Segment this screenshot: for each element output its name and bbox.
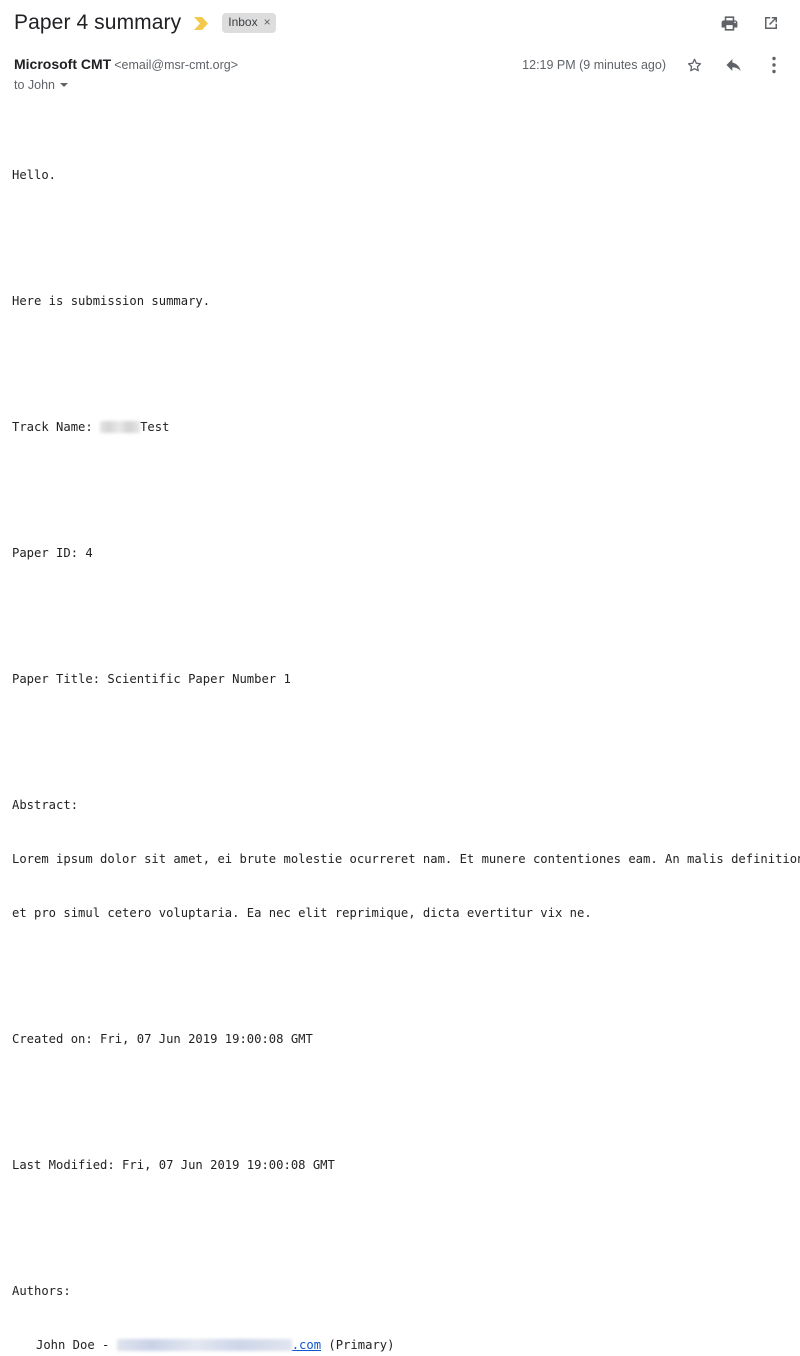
open-in-new-window-icon[interactable] — [761, 13, 781, 33]
star-icon[interactable] — [684, 55, 704, 75]
track-name-suffix: Test — [140, 420, 170, 434]
label-remove-icon[interactable]: × — [264, 14, 271, 31]
redacted-author-email — [116, 1338, 292, 1351]
body-greeting: Hello. — [12, 168, 57, 182]
body-author-row: John Doe - .com (Primary) — [12, 1336, 800, 1354]
track-name-label: Track Name: — [12, 420, 101, 434]
author-email-link[interactable]: .com — [292, 1338, 321, 1352]
reply-icon[interactable] — [724, 55, 744, 75]
sender-name[interactable]: Microsoft CMT — [14, 56, 111, 72]
body-track-name: Track Name: Test — [12, 418, 800, 436]
page-title: Paper 4 summary — [14, 11, 182, 34]
importance-chevron-icon[interactable] — [193, 16, 210, 31]
body-paper-title: Paper Title: Scientific Paper Number 1 — [12, 672, 291, 686]
sender-line: Microsoft CMT <email@msr-cmt.org> — [14, 54, 238, 75]
sender-block: Microsoft CMT <email@msr-cmt.org> to John — [14, 54, 238, 92]
label-chip-inbox[interactable]: Inbox × — [222, 13, 276, 33]
timestamp: 12:19 PM (9 minutes ago) — [522, 58, 666, 72]
message-meta: 12:19 PM (9 minutes ago) — [522, 54, 784, 75]
header-actions — [719, 13, 784, 33]
print-icon[interactable] — [719, 13, 739, 33]
body-created-on: Created on: Fri, 07 Jun 2019 19:00:08 GM… — [12, 1032, 313, 1046]
body-authors-label: Authors: — [12, 1284, 71, 1298]
message-header: Microsoft CMT <email@msr-cmt.org> to John… — [0, 41, 800, 92]
message-actions — [684, 55, 784, 75]
sender-email: <email@msr-cmt.org> — [114, 58, 239, 72]
author-name: John Doe - — [36, 1338, 117, 1352]
body-abstract-line-1: Lorem ipsum dolor sit amet, ei brute mol… — [12, 852, 800, 866]
recipient-label: to John — [14, 78, 56, 92]
body-intro: Here is submission summary. — [12, 294, 211, 308]
author-primary-tag: (Primary) — [321, 1338, 395, 1352]
message-body: Hello. Here is submission summary. Track… — [0, 92, 800, 1356]
more-options-icon[interactable] — [764, 55, 784, 75]
redacted-track-name — [100, 420, 141, 433]
body-paper-id: Paper ID: 4 — [12, 546, 93, 560]
body-abstract-label: Abstract: — [12, 798, 79, 812]
label-chip-text: Inbox — [228, 15, 258, 29]
body-last-modified: Last Modified: Fri, 07 Jun 2019 19:00:08… — [12, 1158, 335, 1172]
subject-header: Paper 4 summary Inbox × — [0, 0, 800, 41]
recipient-toggle[interactable]: to John — [14, 78, 69, 92]
body-abstract-line-2: et pro simul cetero voluptaria. Ea nec e… — [12, 906, 592, 920]
chevron-down-icon — [60, 83, 69, 87]
